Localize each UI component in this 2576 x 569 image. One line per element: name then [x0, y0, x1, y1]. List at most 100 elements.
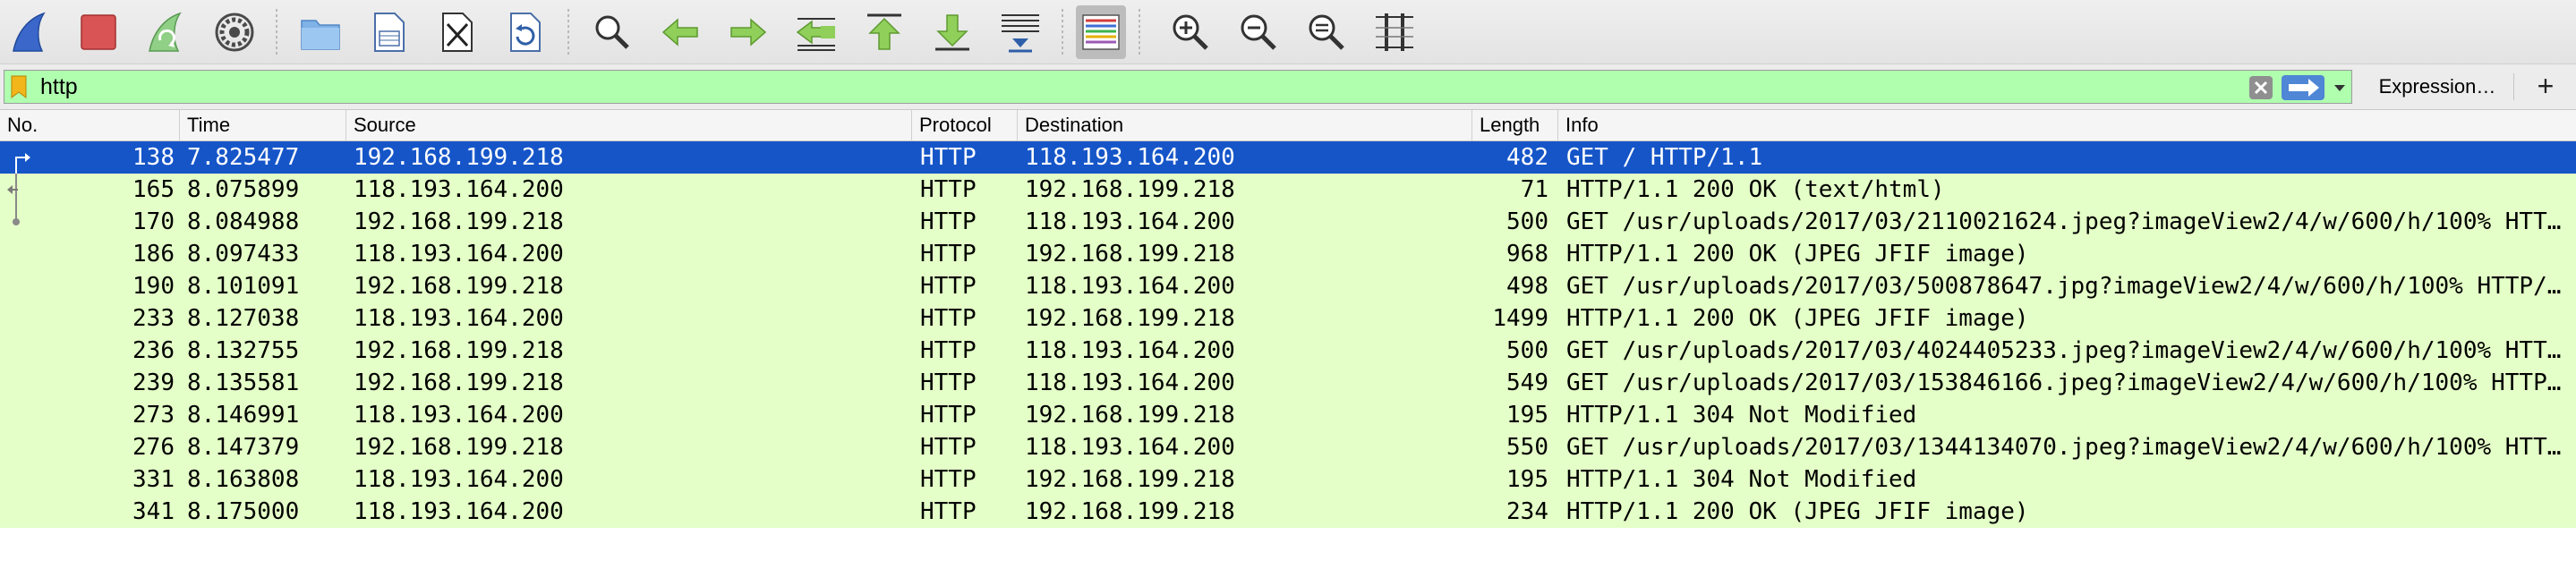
table-row[interactable]: 236 8.132755 192.168.199.218 HTTP 118.193.16… — [0, 335, 2576, 367]
packet-protocol: HTTP — [920, 208, 977, 235]
start-capture-button[interactable] — [5, 8, 55, 56]
packet-info: HTTP/1.1 304 Not Modified — [1566, 466, 1917, 493]
packet-destination: 192.168.199.218 — [1025, 466, 1235, 493]
go-forward-button[interactable] — [723, 8, 773, 56]
packet-time: 8.146991 — [187, 402, 300, 429]
packet-length: 550 — [1506, 434, 1548, 461]
apply-filter-button[interactable] — [2282, 75, 2324, 100]
table-row[interactable]: 331 8.163808 118.193.164.200 HTTP 192.168.19… — [0, 463, 2576, 496]
packet-time: 7.825477 — [187, 144, 300, 171]
packet-info: HTTP/1.1 304 Not Modified — [1566, 402, 1917, 429]
table-row[interactable]: 239 8.135581 192.168.199.218 HTTP 118.193.16… — [0, 367, 2576, 399]
expression-button[interactable]: Expression… — [2370, 70, 2504, 104]
packet-number: 239 — [132, 369, 175, 396]
bookmark-icon[interactable] — [10, 75, 28, 98]
capture-options-button[interactable] — [209, 8, 260, 56]
packet-protocol: HTTP — [920, 176, 977, 203]
table-row[interactable]: 276 8.147379 192.168.199.218 HTTP 118.193.16… — [0, 431, 2576, 463]
stop-square-icon — [81, 14, 116, 50]
go-back-button[interactable] — [655, 8, 705, 56]
packet-number: 186 — [132, 241, 175, 268]
column-header-destination[interactable]: Destination — [1017, 110, 1471, 140]
packet-source: 192.168.199.218 — [354, 369, 564, 396]
arrow-forward-icon — [730, 18, 767, 47]
table-row[interactable]: 190 8.101091 192.168.199.218 HTTP 118.193.16… — [0, 270, 2576, 302]
column-header-length[interactable]: Length — [1471, 110, 1557, 140]
packet-number: 190 — [132, 273, 175, 300]
packet-protocol: HTTP — [920, 305, 977, 332]
packet-length: 234 — [1506, 498, 1548, 525]
find-packet-button[interactable] — [587, 8, 637, 56]
packet-destination: 118.193.164.200 — [1025, 434, 1235, 461]
response-arrow-icon — [7, 185, 18, 194]
zoom-out-button[interactable] — [1233, 8, 1284, 56]
packet-length: 500 — [1506, 337, 1548, 364]
table-row[interactable]: 341 8.175000 118.193.164.200 HTTP 192.168.19… — [0, 496, 2576, 528]
packet-source: 118.193.164.200 — [354, 466, 564, 493]
arrow-right-icon — [2289, 79, 2319, 97]
resize-columns-button[interactable] — [1369, 8, 1420, 56]
go-first-packet-button[interactable] — [859, 8, 909, 56]
packet-info: HTTP/1.1 200 OK (JPEG JFIF image) — [1566, 241, 2029, 268]
packet-time: 8.101091 — [187, 273, 300, 300]
reload-icon — [510, 13, 541, 52]
autoscroll-icon — [1002, 14, 1039, 53]
packet-list-empty-area — [0, 530, 2576, 569]
packet-time: 8.097433 — [187, 241, 300, 268]
packet-source: 192.168.199.218 — [354, 434, 564, 461]
packet-info: HTTP/1.1 200 OK (text/html) — [1566, 176, 1945, 203]
table-row[interactable]: 170 8.084988 192.168.199.218 HTTP 118.193.16… — [0, 206, 2576, 238]
packet-destination: 118.193.164.200 — [1025, 369, 1235, 396]
zoom-normal-button[interactable] — [1301, 8, 1352, 56]
packet-destination: 118.193.164.200 — [1025, 273, 1235, 300]
toolbar-separator — [1139, 9, 1140, 55]
go-to-packet-button[interactable] — [791, 8, 841, 56]
request-arrow-icon — [15, 153, 30, 162]
packet-protocol: HTTP — [920, 498, 977, 525]
go-last-packet-button[interactable] — [927, 8, 977, 56]
open-file-button[interactable] — [295, 8, 345, 56]
packet-time: 8.084988 — [187, 208, 300, 235]
table-row[interactable]: 165 8.075899 118.193.164.200 HTTP 192.168.19… — [0, 174, 2576, 206]
packet-time: 8.163808 — [187, 466, 300, 493]
resize-columns-icon — [1376, 13, 1413, 51]
related-packet-dot — [13, 218, 20, 225]
stop-capture-button[interactable] — [73, 8, 124, 56]
packet-time: 8.175000 — [187, 498, 300, 525]
packet-number: 170 — [132, 208, 175, 235]
restart-capture-button[interactable] — [141, 8, 192, 56]
main-toolbar — [0, 0, 2576, 64]
packet-destination: 192.168.199.218 — [1025, 305, 1235, 332]
display-filter-bar: Expression… + — [0, 64, 2576, 110]
add-filter-button[interactable]: + — [2526, 70, 2565, 104]
column-header-info[interactable]: Info — [1557, 110, 2576, 140]
packet-protocol: HTTP — [920, 369, 977, 396]
column-header-no[interactable]: No. — [0, 110, 179, 140]
colorize-packets-button[interactable] — [1076, 5, 1126, 59]
column-header-protocol[interactable]: Protocol — [911, 110, 1017, 140]
table-row[interactable]: 186 8.097433 118.193.164.200 HTTP 192.168.19… — [0, 238, 2576, 270]
clear-filter-button[interactable] — [2249, 76, 2273, 99]
display-filter-input[interactable] — [40, 72, 2224, 101]
packet-info: GET /usr/uploads/2017/03/1344134070.jpeg… — [1566, 434, 2564, 461]
column-header-source[interactable]: Source — [345, 110, 911, 140]
autoscroll-button[interactable] — [995, 8, 1045, 56]
colorize-icon — [1082, 14, 1120, 50]
go-first-icon — [867, 13, 901, 50]
restart-fin-icon — [149, 12, 182, 52]
recent-filters-dropdown[interactable] — [2330, 74, 2350, 101]
reload-file-button[interactable] — [499, 8, 550, 56]
file-save-icon — [374, 13, 405, 52]
zoom-in-button[interactable] — [1165, 8, 1215, 56]
table-row[interactable]: 138 7.825477 192.168.199.218 HTTP 118.193.16… — [0, 141, 2576, 174]
table-row[interactable]: 273 8.146991 118.193.164.200 HTTP 192.168.19… — [0, 399, 2576, 431]
close-file-button[interactable] — [431, 8, 482, 56]
packet-protocol: HTTP — [920, 402, 977, 429]
packet-info: HTTP/1.1 200 OK (JPEG JFIF image) — [1566, 498, 2029, 525]
packet-time: 8.147379 — [187, 434, 300, 461]
column-header-time[interactable]: Time — [179, 110, 345, 140]
table-row[interactable]: 233 8.127038 118.193.164.200 HTTP 192.168.19… — [0, 302, 2576, 335]
zoom-in-icon — [1173, 14, 1208, 50]
save-file-button[interactable] — [363, 8, 414, 56]
packet-source: 118.193.164.200 — [354, 498, 564, 525]
